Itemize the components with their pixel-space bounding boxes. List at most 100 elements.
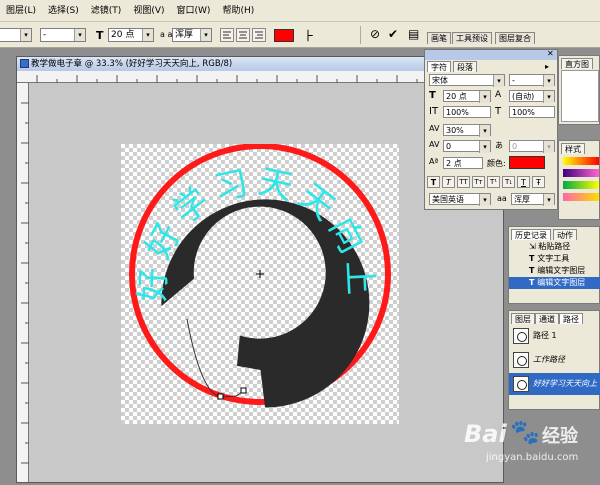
tab-layer-comps[interactable]: 图层复合 — [495, 32, 535, 44]
vertical-scale-field[interactable]: 100% — [443, 106, 491, 118]
align-right-button[interactable] — [252, 28, 266, 42]
menu-view[interactable]: 视图(V) — [127, 0, 170, 22]
chevron-down-icon: ▾ — [142, 29, 153, 41]
close-icon[interactable]: ✕ — [547, 49, 554, 58]
tab-paragraph[interactable]: 段落 — [453, 61, 477, 72]
align-left-button[interactable] — [220, 28, 234, 42]
tracking-select[interactable]: 30% ▾ — [443, 124, 491, 137]
anchor-point[interactable] — [240, 387, 247, 394]
color-swatch[interactable] — [509, 156, 545, 169]
history-item-selected[interactable]: T 编辑文字图层 — [509, 277, 600, 289]
font-size-icon: T — [429, 90, 436, 101]
chevron-down-icon: ▾ — [543, 194, 554, 206]
histogram-area — [561, 70, 599, 122]
anchor-point[interactable] — [217, 393, 224, 400]
ruler-vertical — [17, 83, 29, 482]
paste-path-icon: ⇲ — [529, 242, 539, 251]
chevron-down-icon: ▾ — [479, 141, 490, 153]
tsume-select[interactable]: 0 ▾ — [509, 140, 555, 153]
cancel-icon[interactable]: ⊘ — [370, 27, 380, 41]
style-swatch[interactable] — [563, 193, 599, 201]
antialias-label: aa — [497, 194, 507, 203]
menu-filter[interactable]: 滤镜(T) — [85, 0, 128, 22]
style-swatch[interactable] — [563, 181, 599, 189]
baseline-shift-field[interactable]: 2 点 — [443, 157, 483, 169]
watermark-brand2: 经验 — [542, 426, 578, 447]
menu-layer[interactable]: 图层(L) — [0, 0, 42, 22]
watermark-url: jingyan.baidu.com — [486, 452, 579, 463]
subscript-button[interactable]: T₁ — [502, 176, 515, 188]
chevron-down-icon: ▾ — [479, 91, 490, 103]
menu-select[interactable]: 选择(S) — [42, 0, 85, 22]
leading-select[interactable]: (自动) ▾ — [509, 90, 555, 103]
font-family-field[interactable]: ▾ — [0, 28, 32, 42]
panel-menu-icon[interactable]: ▸ — [545, 62, 549, 71]
tab-channels[interactable]: 通道 — [535, 313, 559, 324]
history-item[interactable]: ⇲ 粘贴路径 — [509, 241, 600, 253]
history-item[interactable]: T 编辑文字图层 — [509, 265, 600, 277]
superscript-button[interactable]: T¹ — [487, 176, 500, 188]
tab-tool-presets[interactable]: 工具预设 — [452, 32, 492, 44]
font-size-field[interactable]: 20 点 ▾ — [108, 28, 154, 42]
tab-paths[interactable]: 路径 — [559, 313, 583, 324]
path-thumbnail — [513, 328, 529, 344]
kerning-select[interactable]: 0 ▾ — [443, 140, 491, 153]
menu-help[interactable]: 帮助(H) — [216, 0, 260, 22]
history-item[interactable]: T 文字工具 — [509, 253, 600, 265]
color-label: 颜色: — [487, 159, 506, 168]
font-style-field[interactable]: - ▾ — [40, 28, 86, 42]
tab-brushes[interactable]: 画笔 — [427, 32, 451, 44]
panel-titlebar[interactable] — [425, 50, 557, 60]
font-size-select[interactable]: 20 点 ▾ — [443, 90, 491, 103]
text-color-swatch[interactable] — [274, 29, 294, 42]
vertical-scale-icon: IT — [429, 106, 439, 117]
antialias-select[interactable]: 浑厚 ▾ — [511, 193, 555, 206]
chevron-down-icon: ▾ — [543, 75, 554, 87]
chevron-down-icon: ▾ — [479, 194, 490, 206]
chevron-down-icon: ▾ — [493, 75, 504, 87]
path-item[interactable]: 工作路径 — [509, 349, 600, 371]
kerning-icon: AV — [429, 140, 440, 149]
warp-text-icon[interactable]: ⺊ — [303, 27, 315, 44]
style-swatch[interactable] — [563, 157, 599, 165]
font-family-select[interactable]: 宋体 ▾ — [429, 74, 505, 87]
path-item-selected[interactable]: 好好学习天天向上 — [509, 373, 600, 395]
tab-actions[interactable]: 动作 — [553, 229, 577, 240]
tracking-icon: AV — [429, 124, 440, 133]
faux-bold-button[interactable]: T — [427, 176, 440, 188]
tab-styles[interactable]: 样式 — [561, 143, 585, 154]
language-select[interactable]: 美国英语 ▾ — [429, 193, 491, 206]
path-thumbnail — [513, 376, 529, 392]
document-icon — [20, 59, 29, 68]
path-item[interactable]: 路径 1 — [509, 325, 600, 347]
ruler-ticks — [21, 102, 29, 464]
character-panel: ✕ 字符 段落 ▸ 宋体 ▾ - ▾ T 20 点 ▾ A (自动) ▾ IT 100%… — [424, 49, 558, 210]
stamp-artwork[interactable]: 好好学习天天向上 — [121, 144, 399, 424]
style-swatch[interactable] — [563, 169, 599, 177]
tab-character[interactable]: 字符 — [427, 61, 451, 72]
path-thumbnail — [513, 352, 529, 368]
antialias-field[interactable]: 浑厚 ▾ — [172, 28, 212, 42]
menu-window[interactable]: 窗口(W) — [171, 0, 217, 22]
palette-toggle-icon[interactable]: ▤ — [408, 27, 419, 41]
chevron-down-icon: ▾ — [479, 125, 490, 137]
small-caps-button[interactable]: Tт — [472, 176, 485, 188]
faux-italic-button[interactable]: T — [442, 176, 455, 188]
paw-icon: 🐾 — [510, 418, 540, 446]
all-caps-button[interactable]: TT — [457, 176, 470, 188]
horizontal-scale-field[interactable]: 100% — [509, 106, 555, 118]
font-style-select[interactable]: - ▾ — [509, 74, 555, 87]
chevron-down-icon: ▾ — [200, 29, 211, 41]
underline-button[interactable]: T — [517, 176, 530, 188]
align-center-button[interactable] — [236, 28, 250, 42]
tsume-icon: あ — [495, 141, 503, 150]
align-left-icon — [223, 31, 231, 39]
commit-check-icon[interactable]: ✔ — [388, 27, 398, 41]
watermark-brand: Bai — [464, 420, 507, 448]
strikethrough-button[interactable]: Ŧ — [532, 176, 545, 188]
chevron-down-icon: ▾ — [543, 141, 554, 153]
menu-bar: 图层(L) 选择(S) 滤镜(T) 视图(V) 窗口(W) 帮助(H) — [0, 0, 600, 22]
tab-history[interactable]: 历史记录 — [511, 229, 551, 240]
tab-layers[interactable]: 图层 — [511, 313, 535, 324]
tab-histogram[interactable]: 直方图 — [561, 58, 593, 69]
